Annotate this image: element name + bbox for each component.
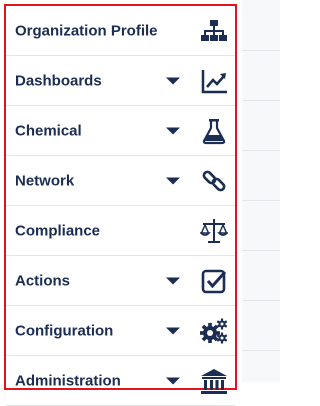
- bank-icon: [200, 367, 228, 395]
- gears-icon: [200, 317, 228, 345]
- background-divider: [242, 100, 280, 101]
- chevron-down-icon[interactable]: [166, 177, 180, 184]
- chevron-down-icon[interactable]: [166, 327, 180, 334]
- background-divider: [242, 200, 280, 201]
- sidebar-item-label: Chemical: [15, 122, 82, 139]
- chevron-down-icon[interactable]: [166, 77, 180, 84]
- background-divider: [242, 250, 280, 251]
- background-divider: [242, 350, 280, 351]
- sidebar-item-administration[interactable]: Administration: [6, 356, 235, 406]
- background-divider: [242, 50, 280, 51]
- sidebar-item-label: Actions: [15, 272, 71, 289]
- link-icon: [200, 167, 228, 195]
- sidebar-item-dashboards[interactable]: Dashboards: [6, 56, 235, 106]
- sidebar-item-label: Dashboards: [15, 72, 102, 89]
- sidebar-item-compliance[interactable]: Compliance: [6, 206, 235, 256]
- checkbox-icon: [200, 267, 228, 295]
- org-chart-icon: [200, 17, 228, 45]
- sidebar-item-actions[interactable]: Actions: [6, 256, 235, 306]
- scales-icon: [200, 217, 228, 245]
- sidebar-item-network[interactable]: Network: [6, 156, 235, 206]
- sidebar-item-label: Configuration: [15, 322, 114, 339]
- chevron-down-icon[interactable]: [166, 277, 180, 284]
- sidebar-item-configuration[interactable]: Configuration: [6, 306, 235, 356]
- sidebar-item-chemical[interactable]: Chemical: [6, 106, 235, 156]
- sidebar-item-organization-profile[interactable]: Organization Profile: [6, 6, 235, 56]
- sidebar-menu: Organization Profile Dashboards Chemical…: [4, 4, 237, 406]
- sidebar-item-label: Administration: [15, 372, 121, 389]
- sidebar-item-label: Compliance: [15, 222, 101, 239]
- background-divider: [242, 300, 280, 301]
- sidebar-item-label: Network: [15, 172, 75, 189]
- flask-icon: [200, 117, 228, 145]
- chevron-down-icon[interactable]: [166, 127, 180, 134]
- trend-chart-icon: [200, 67, 228, 95]
- sidebar-item-label: Organization Profile: [15, 22, 158, 39]
- chevron-down-icon[interactable]: [166, 377, 180, 384]
- background-divider: [242, 150, 280, 151]
- background-panel: [242, 0, 280, 382]
